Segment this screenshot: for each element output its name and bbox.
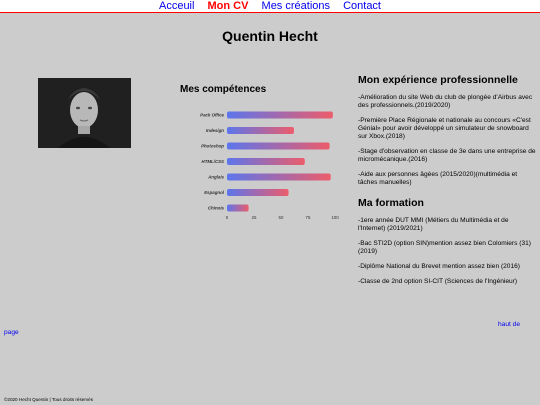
skill-bar bbox=[227, 142, 330, 150]
skill-label: Chinois bbox=[208, 206, 225, 211]
skill-label: Anglais bbox=[207, 175, 224, 180]
skills-title: Mes compétences bbox=[180, 84, 267, 95]
nav-link-contact[interactable]: Contact bbox=[343, 0, 381, 12]
experience-title: Mon expérience professionnelle bbox=[358, 74, 518, 86]
back-to-top-link-page[interactable]: page bbox=[4, 329, 19, 336]
nav-link-accueil[interactable]: Acceuil bbox=[159, 0, 194, 12]
profile-photo bbox=[38, 78, 131, 148]
x-tick-label: 25 bbox=[252, 215, 257, 220]
experience-item: -Amélioration du site Web du club de plo… bbox=[358, 94, 533, 109]
x-tick-label: 75 bbox=[306, 215, 311, 220]
right-column: Mon expérience professionnelle -Améliora… bbox=[358, 74, 536, 293]
skill-label: Espagnol bbox=[204, 190, 225, 195]
experience-item: -Première Place Régionale et nationale a… bbox=[358, 117, 531, 140]
formation-title: Ma formation bbox=[358, 197, 424, 209]
skill-bar bbox=[227, 127, 294, 134]
skill-label: Photoshop bbox=[201, 144, 224, 149]
footer-copyright: ©2020 Hecht Quentin | Tous droits réserv… bbox=[4, 397, 94, 402]
skill-bar bbox=[227, 111, 333, 119]
skill-bar bbox=[227, 158, 305, 165]
formation-item: -Classe de 2nd option SI-CIT (Sciences d… bbox=[358, 278, 518, 285]
skill-label: HTML/CSS bbox=[202, 159, 225, 164]
skill-label: Indesign bbox=[206, 128, 224, 133]
skill-bar bbox=[227, 173, 331, 181]
x-tick-label: 100 bbox=[331, 215, 339, 220]
formation-item: -1ere année DUT MMI (Métiers du Multiméd… bbox=[358, 217, 509, 232]
skill-label: Pack Office bbox=[200, 113, 224, 118]
formation-item: -Diplôme National du Brevet mention asse… bbox=[358, 263, 520, 270]
nav-link-mon-cv[interactable]: Mon CV bbox=[208, 0, 249, 12]
skill-bar bbox=[227, 204, 249, 212]
experience-item: -Aide aux personnes âgées (2015/2020)(mu… bbox=[358, 171, 518, 186]
experience-item: -Stage d'observation en classe de 3e dan… bbox=[358, 148, 536, 163]
nav-link-mes-creations[interactable]: Mes créations bbox=[262, 0, 330, 12]
page-title: Quentin Hecht bbox=[222, 28, 318, 44]
x-tick-label: 0 bbox=[226, 215, 229, 220]
person-portrait-icon bbox=[38, 78, 131, 148]
x-tick-label: 50 bbox=[279, 215, 284, 220]
back-to-top-link[interactable]: haut de bbox=[498, 321, 520, 328]
skill-bar bbox=[227, 189, 289, 196]
top-navigation: Acceuil Mon CV Mes créations Contact bbox=[0, 0, 540, 13]
skills-chart: Pack Office Indesign Photoshop HTML/CSS Angl… bbox=[200, 111, 339, 220]
formation-item: -Bac STI2D (option SIN)mention assez bie… bbox=[358, 240, 531, 255]
